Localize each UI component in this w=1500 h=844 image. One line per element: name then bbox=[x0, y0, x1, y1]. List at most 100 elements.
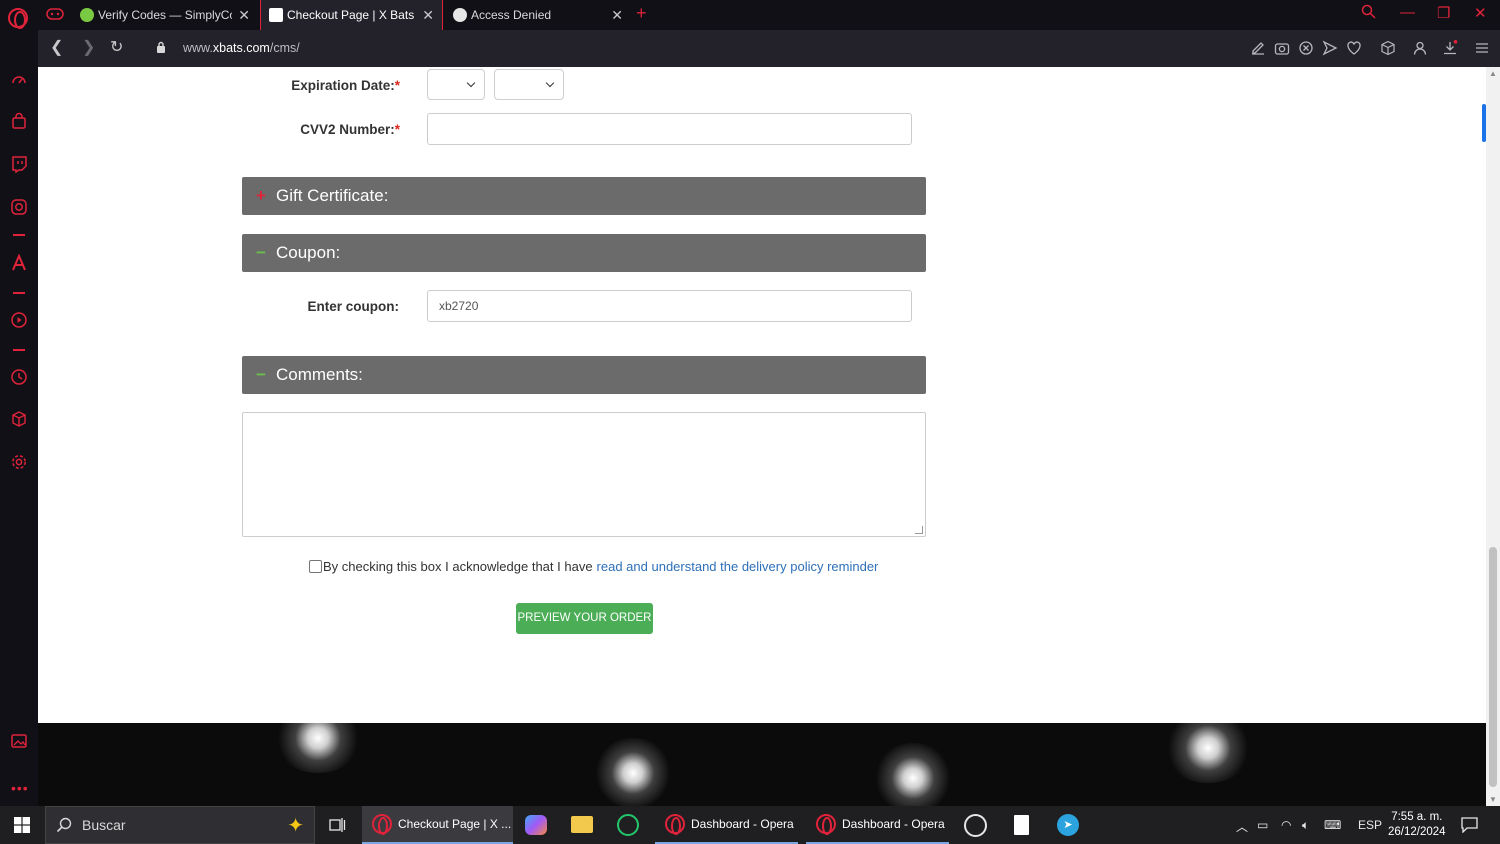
scroll-up-icon[interactable]: ▲ bbox=[1489, 69, 1497, 78]
reload-icon[interactable]: ↻ bbox=[110, 39, 123, 57]
shopping-bag-icon[interactable] bbox=[10, 112, 28, 130]
heart-icon[interactable] bbox=[1346, 40, 1362, 56]
cvv-input[interactable] bbox=[427, 113, 912, 145]
notepad-icon[interactable] bbox=[1014, 815, 1029, 835]
gamepad-icon[interactable] bbox=[46, 7, 64, 21]
twitch-icon[interactable] bbox=[10, 155, 28, 173]
url-field[interactable]: www.xbats.com/cms/ bbox=[183, 41, 300, 55]
tab-checkout-page[interactable]: Checkout Page | X Bats The Leader ✕ bbox=[260, 0, 443, 30]
aria-ai-icon[interactable] bbox=[10, 254, 28, 272]
minimize-icon[interactable]: — bbox=[1400, 4, 1415, 21]
coupon-title: Coupon: bbox=[276, 243, 341, 262]
delivery-policy-link[interactable]: read and understand the delivery policy … bbox=[597, 559, 879, 574]
clock[interactable]: 7:55 a. m. 26/12/2024 bbox=[1388, 810, 1446, 840]
scrollbar-thumb[interactable] bbox=[1489, 547, 1497, 787]
account-icon[interactable] bbox=[1412, 40, 1428, 56]
gift-certificate-title: Gift Certificate: bbox=[276, 186, 389, 205]
instagram-icon[interactable] bbox=[10, 198, 28, 216]
taskbar-dashboard-opera-1[interactable]: Dashboard - Opera bbox=[655, 806, 798, 844]
page-scrollbar[interactable]: ▲ ▼ bbox=[1486, 67, 1500, 806]
opera-gx-icon[interactable] bbox=[617, 814, 639, 836]
page-viewport: Expiration Date:* CVV2 Number:* + Gift C… bbox=[38, 67, 1486, 723]
scroll-down-icon[interactable]: ▼ bbox=[1489, 795, 1497, 804]
tab-verify-codes[interactable]: Verify Codes — SimplyCodes ✕ bbox=[72, 0, 258, 30]
opera-menu-icon[interactable] bbox=[8, 8, 28, 29]
comments-title: Comments: bbox=[276, 365, 363, 384]
copilot-sparkle-icon: ✦ bbox=[287, 815, 304, 837]
copilot-app-icon[interactable] bbox=[525, 815, 547, 835]
forward-icon[interactable]: ❯ bbox=[82, 39, 95, 57]
opera-icon bbox=[372, 814, 392, 835]
windows-taskbar: Buscar ✦ Checkout Page | X ... Dashboard… bbox=[0, 806, 1500, 844]
cvv-label: CVV2 Number:* bbox=[300, 122, 400, 137]
downloads-icon[interactable] bbox=[1442, 40, 1458, 56]
more-icon[interactable]: ••• bbox=[11, 780, 29, 796]
taskbar-checkout-opera[interactable]: Checkout Page | X ... bbox=[362, 806, 513, 844]
sidebar-separator bbox=[13, 349, 25, 351]
language-indicator[interactable]: ESP bbox=[1358, 818, 1382, 832]
task-view-icon[interactable] bbox=[329, 817, 346, 833]
enter-coupon-label: Enter coupon: bbox=[307, 299, 400, 314]
footer-banner-image bbox=[38, 723, 1486, 806]
back-icon[interactable]: ❮ bbox=[50, 39, 63, 57]
acknowledge-checkbox[interactable] bbox=[309, 560, 322, 573]
address-bar: ❮ ❯ ↻ www.xbats.com/cms/ bbox=[38, 30, 1500, 67]
simplycodes-check-icon bbox=[80, 8, 94, 22]
search-icon bbox=[56, 817, 72, 833]
lock-icon bbox=[157, 41, 165, 53]
globe-icon bbox=[453, 8, 467, 22]
gift-certificate-panel[interactable]: + Gift Certificate: bbox=[242, 177, 926, 215]
sidebar-separator bbox=[13, 234, 25, 236]
tab-bar: Verify Codes — SimplyCodes ✕ Checkout Pa… bbox=[0, 0, 1500, 30]
comments-textarea[interactable] bbox=[242, 412, 926, 537]
comments-panel[interactable]: − Comments: bbox=[242, 356, 926, 394]
camera-icon[interactable] bbox=[1274, 40, 1290, 56]
sidebar-separator bbox=[13, 292, 25, 294]
notifications-icon[interactable] bbox=[1461, 817, 1478, 833]
search-tabs-icon[interactable] bbox=[1361, 4, 1376, 23]
tray-overflow-icon[interactable]: ︿ bbox=[1236, 818, 1248, 835]
restore-icon[interactable]: ❐ bbox=[1437, 4, 1450, 22]
battery-icon[interactable]: ▭ bbox=[1257, 818, 1268, 832]
volume-icon[interactable]: 🔈︎ bbox=[1302, 818, 1309, 833]
player-icon[interactable] bbox=[10, 311, 28, 329]
close-tab-icon[interactable]: ✕ bbox=[238, 7, 250, 24]
close-tab-icon[interactable]: ✕ bbox=[611, 7, 623, 24]
send-icon[interactable] bbox=[1322, 40, 1338, 56]
wifi-icon[interactable]: ◠ bbox=[1281, 818, 1291, 832]
speed-dial-icon[interactable] bbox=[10, 70, 28, 88]
collapse-minus-icon: − bbox=[256, 365, 266, 384]
acknowledge-row: By checking this box I acknowledge that … bbox=[309, 559, 878, 574]
easy-setup-icon[interactable] bbox=[1474, 40, 1490, 56]
extensions-cube-icon[interactable] bbox=[1380, 40, 1396, 56]
opera-sidebar: ••• bbox=[0, 30, 38, 806]
acknowledge-text: By checking this box I acknowledge that … bbox=[323, 559, 593, 574]
history-icon[interactable] bbox=[10, 368, 28, 386]
expiration-year-select[interactable] bbox=[494, 69, 564, 100]
expand-plus-icon: + bbox=[256, 186, 266, 205]
wallpaper-icon[interactable] bbox=[10, 732, 28, 750]
tab-access-denied[interactable]: Access Denied ✕ bbox=[445, 0, 631, 30]
windows-start-icon[interactable] bbox=[14, 817, 30, 833]
edit-icon[interactable] bbox=[1250, 40, 1266, 56]
keyboard-icon[interactable]: ⌨ bbox=[1324, 818, 1341, 832]
coupon-panel[interactable]: − Coupon: bbox=[242, 234, 926, 272]
collapse-minus-icon: − bbox=[256, 243, 266, 262]
taskbar-dashboard-opera-2[interactable]: Dashboard - Opera bbox=[806, 806, 949, 844]
file-explorer-icon[interactable] bbox=[571, 816, 593, 833]
opera-browser-icon[interactable] bbox=[964, 814, 987, 837]
expiration-date-label: Expiration Date:* bbox=[291, 78, 400, 93]
opera-icon bbox=[665, 814, 685, 835]
ad-block-icon[interactable] bbox=[1298, 40, 1314, 56]
extensions-icon[interactable] bbox=[10, 410, 28, 428]
taskbar-search[interactable]: Buscar ✦ bbox=[45, 806, 315, 844]
close-window-icon[interactable]: ✕ bbox=[1474, 4, 1487, 22]
expiration-month-select[interactable] bbox=[427, 69, 485, 100]
coupon-input[interactable]: xb2720 bbox=[427, 290, 912, 322]
telegram-icon[interactable]: ➤ bbox=[1057, 814, 1079, 836]
opera-icon bbox=[816, 814, 836, 835]
new-tab-icon[interactable]: + bbox=[636, 3, 647, 24]
close-tab-icon[interactable]: ✕ bbox=[422, 7, 434, 24]
settings-gear-icon[interactable] bbox=[10, 453, 28, 471]
preview-order-button[interactable]: PREVIEW YOUR ORDER bbox=[516, 603, 653, 634]
